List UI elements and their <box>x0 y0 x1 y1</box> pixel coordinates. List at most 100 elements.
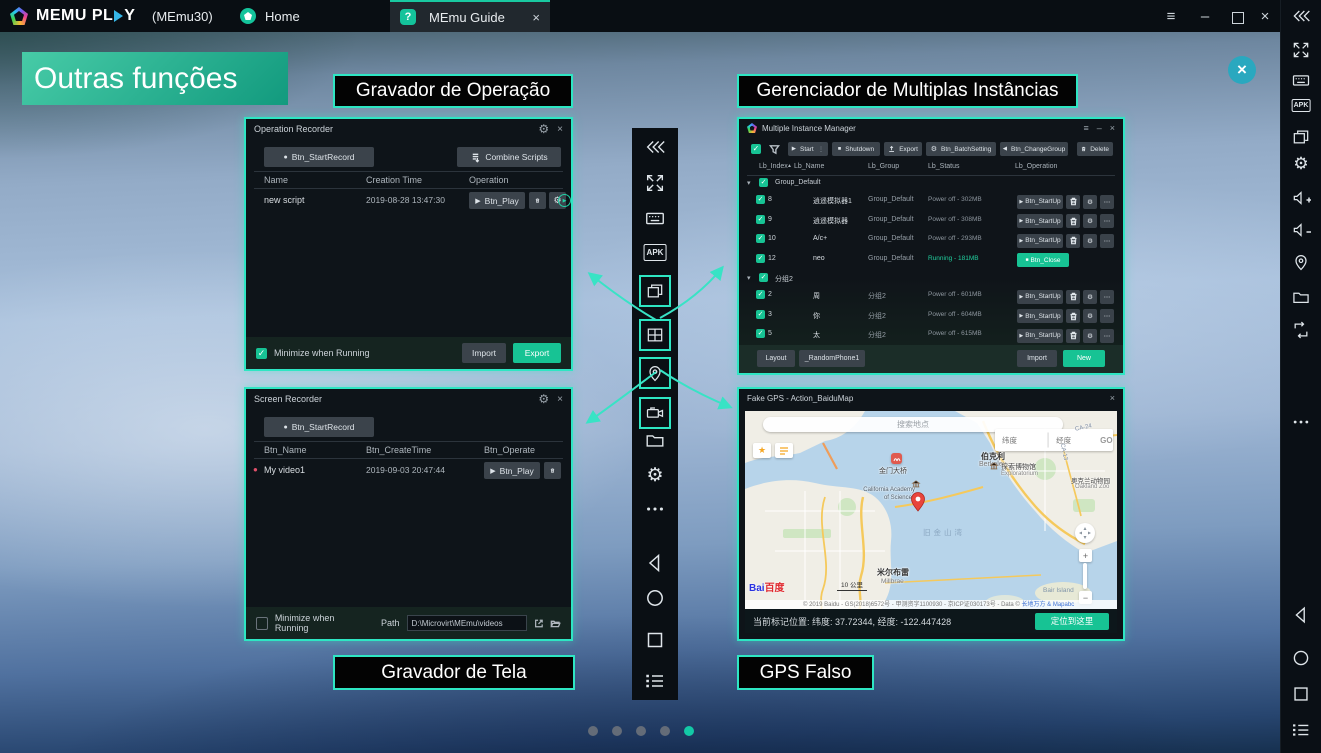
window-menu-button[interactable]: ≡ <box>1158 8 1184 25</box>
latitude-input[interactable] <box>1000 434 1042 446</box>
map-marker-pin[interactable] <box>910 491 926 512</box>
shutdown-button[interactable]: ■ Shutdown <box>832 142 880 156</box>
filter-funnel-icon[interactable] <box>769 144 780 155</box>
more-options-icon[interactable] <box>1291 412 1311 432</box>
change-group-button[interactable]: ◀ Btn_ChangeGroup <box>1000 142 1068 156</box>
minimize-icon[interactable]: – <box>1097 123 1102 133</box>
map-zoom-slider[interactable] <box>1083 563 1087 589</box>
map-canvas[interactable]: 搜索地点 ★ | GO 伯克利 Berkeley 金门大桥 探索博物馆 Exp <box>745 411 1117 611</box>
startup-button[interactable]: ▶ Btn_StartUp <box>1017 194 1063 209</box>
start-button[interactable]: ▶ Start ⋮ <box>788 142 828 156</box>
sort-asc-icon[interactable]: ▲ <box>787 163 792 169</box>
play-video-button[interactable]: ▶ Btn_Play <box>484 462 540 479</box>
instance-more-button[interactable]: ⋯ <box>1100 194 1114 209</box>
random-phone-button[interactable]: _RandomPhone1 <box>799 350 865 367</box>
row-checkbox[interactable]: ✓ <box>756 195 765 204</box>
guide-tab-close-icon[interactable]: × <box>532 10 540 25</box>
settings-gear-icon[interactable]: ⚙ <box>646 466 663 485</box>
page-dot-1[interactable] <box>588 726 598 736</box>
batch-setting-button[interactable]: ⚙ Btn_BatchSetting <box>926 142 996 156</box>
settings-gear-icon[interactable]: ⚙ <box>1293 155 1308 172</box>
startup-button[interactable]: ▶ Btn_StartUp <box>1017 214 1063 228</box>
tab-memu-guide[interactable]: ? MEmu Guide × <box>390 0 550 32</box>
keyboard-icon[interactable] <box>1291 70 1311 90</box>
delete-instance-button[interactable] <box>1066 214 1080 228</box>
page-dot-5-active[interactable] <box>684 726 694 736</box>
instance-settings-button[interactable]: ⚙ <box>1083 328 1097 343</box>
settings-gear-icon[interactable]: ⚙ <box>538 123 549 135</box>
volume-up-icon[interactable] <box>1291 188 1311 208</box>
instance-settings-button[interactable]: ⚙ <box>1083 214 1097 228</box>
rotate-screen-icon[interactable] <box>1291 320 1311 340</box>
android-home-icon[interactable] <box>1290 647 1312 669</box>
startup-button[interactable]: ■ Btn_Close <box>1017 253 1069 267</box>
group-checkbox[interactable]: ✓ <box>759 273 768 282</box>
instance-more-button[interactable]: ⋯ <box>1100 233 1114 248</box>
android-menu-icon[interactable] <box>1290 719 1312 741</box>
sidebar-collapse-icon[interactable] <box>644 136 666 158</box>
group-checkbox[interactable]: ✓ <box>759 178 768 187</box>
go-button[interactable]: GO <box>1100 436 1112 445</box>
android-menu-icon[interactable] <box>643 669 667 693</box>
page-dot-3[interactable] <box>636 726 646 736</box>
instance-row[interactable]: ✓ 12 neo Group_Default Running - 181MB ■… <box>739 251 1123 271</box>
copyright-links[interactable]: 长地万方 & Mapabc <box>1022 602 1075 608</box>
delete-instance-button[interactable] <box>1066 289 1080 304</box>
play-script-button[interactable]: ▶ Btn_Play <box>469 192 525 209</box>
close-icon[interactable]: × <box>1110 393 1115 403</box>
instance-row[interactable]: ✓ 10 A/c+ Group_Default Power off - 293M… <box>739 231 1123 251</box>
instance-group-row[interactable]: ▾ ✓ Group_Default <box>739 175 1123 192</box>
sidebar-collapse-icon[interactable] <box>1291 6 1311 26</box>
instance-settings-button[interactable]: ⚙ <box>1083 233 1097 248</box>
import-button[interactable]: Import <box>1017 350 1057 367</box>
fullscreen-icon[interactable] <box>644 172 666 194</box>
delete-instance-button[interactable] <box>1066 328 1080 343</box>
layout-button[interactable]: Layout <box>757 350 795 367</box>
open-path-icon[interactable] <box>534 618 544 629</box>
startup-button[interactable]: ▶ Btn_StartUp <box>1017 328 1063 343</box>
instance-more-button[interactable]: ⋯ <box>1100 289 1114 304</box>
delete-instance-button[interactable] <box>1066 309 1080 323</box>
menu-icon[interactable]: ≡ <box>1083 123 1088 133</box>
minimize-button[interactable]: – <box>1192 8 1218 25</box>
android-back-icon[interactable] <box>1290 604 1312 626</box>
maximize-button[interactable] <box>1232 11 1244 29</box>
instance-more-button[interactable]: ⋯ <box>1100 309 1114 323</box>
instance-row[interactable]: ✓ 2 周 分组2 Power off - 601MB ▶ Btn_StartUp… <box>739 287 1123 307</box>
startup-button[interactable]: ▶ Btn_StartUp <box>1017 233 1063 248</box>
start-record-button[interactable]: ● Btn_StartRecord <box>264 147 374 167</box>
instance-more-button[interactable]: ⋯ <box>1100 214 1114 228</box>
select-all-checkbox[interactable]: ✓ <box>751 144 761 154</box>
more-options-icon[interactable] <box>644 498 666 520</box>
shared-folder-icon[interactable] <box>1291 287 1311 307</box>
instance-row[interactable]: ✓ 9 逍遥模拟器 Group_Default Power off - 308M… <box>739 212 1123 232</box>
delete-instance-button[interactable] <box>1066 194 1080 209</box>
close-icon[interactable]: × <box>557 124 563 135</box>
delete-instance-button[interactable] <box>1066 233 1080 248</box>
instance-more-button[interactable]: ⋯ <box>1100 328 1114 343</box>
path-input[interactable] <box>406 615 527 631</box>
startup-button[interactable]: ▶ Btn_StartUp <box>1017 289 1063 304</box>
guide-close-button[interactable]: × <box>1228 56 1256 84</box>
map-zoom-in-button[interactable]: + <box>1079 549 1092 562</box>
android-recents-icon[interactable] <box>1290 683 1312 705</box>
open-folder-icon[interactable] <box>550 618 561 629</box>
instance-row[interactable]: ✓ 8 逍遥模拟器1 Group_Default Power off - 302… <box>739 192 1123 212</box>
import-button[interactable]: Import <box>462 343 506 363</box>
startup-button[interactable]: ▶ Btn_StartUp <box>1017 309 1063 323</box>
locate-here-button[interactable]: 定位到这里 <box>1035 612 1109 630</box>
instance-group-row[interactable]: ▾ ✓ 分组2 <box>739 270 1123 287</box>
minimize-checkbox[interactable] <box>256 616 268 630</box>
close-icon[interactable]: × <box>1110 123 1115 133</box>
delete-video-button[interactable] <box>544 462 561 479</box>
page-dot-4[interactable] <box>660 726 670 736</box>
new-instance-button[interactable]: New <box>1063 350 1105 367</box>
list-button[interactable] <box>775 443 793 458</box>
export-button[interactable]: Export <box>884 142 922 156</box>
caret-down-icon[interactable]: ▾ <box>747 179 751 187</box>
combine-scripts-button[interactable]: Combine Scripts <box>457 147 561 167</box>
android-home-icon[interactable] <box>643 586 667 610</box>
location-icon[interactable] <box>1291 252 1311 272</box>
instance-settings-button[interactable]: ⚙ <box>1083 289 1097 304</box>
page-dot-2[interactable] <box>612 726 622 736</box>
